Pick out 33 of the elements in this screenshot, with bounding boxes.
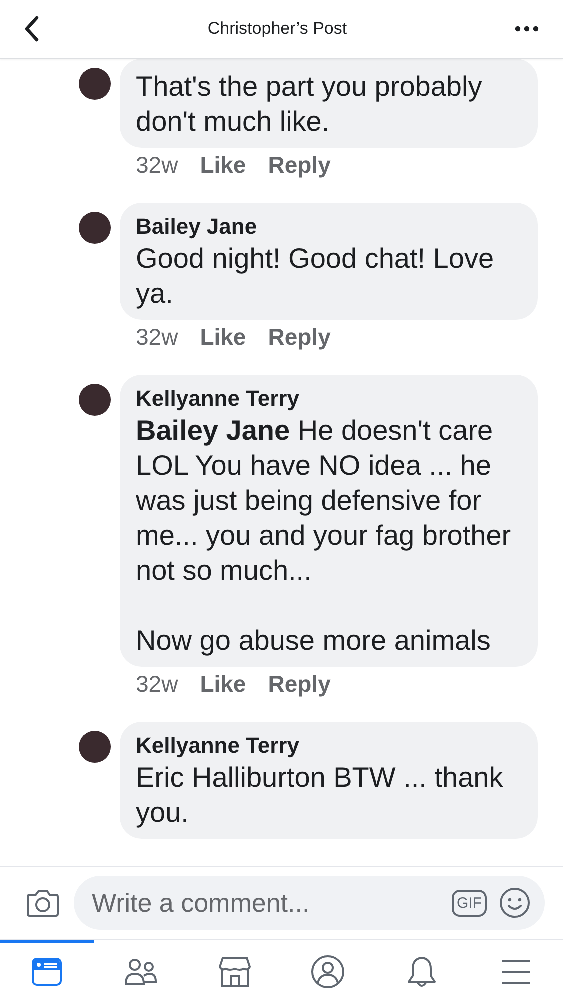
ellipsis-icon [515, 26, 539, 32]
storefront-icon [218, 956, 252, 988]
comment-action-link[interactable]: Reply [268, 152, 331, 179]
comment-text: Good night! Good chat! Love ya. [136, 242, 496, 311]
avatar-photo-placeholder[interactable] [79, 212, 111, 244]
emoji-smiley-icon[interactable] [499, 887, 531, 919]
comment-text: Bailey Jane He doesn't care LOL You have NO idea ... he was just being defensive for me... you and your fag brother not so much... Now go abuse more animals [136, 414, 512, 658]
news-feed-icon [30, 956, 63, 988]
profile-icon [311, 954, 346, 988]
comment-time: 32w [136, 671, 178, 698]
comment-text: That's the part you probably don't much like. [136, 70, 484, 139]
friends-icon [124, 956, 158, 986]
avatar-photo-placeholder[interactable] [79, 384, 111, 416]
camera-icon[interactable] [26, 888, 60, 918]
comment-action-link[interactable]: Like [200, 324, 246, 351]
comment-time: 32w [136, 152, 178, 179]
comment-input-field[interactable]: Write a comment... GIF [74, 876, 545, 930]
menu-icon [501, 958, 532, 984]
comment-text: Eric Halliburton BTW ... thank you. [136, 761, 504, 830]
comment-action-link[interactable]: Reply [268, 671, 331, 698]
bell-icon [407, 954, 438, 988]
comment-time: 32w [136, 324, 178, 351]
comment-action-link[interactable]: Like [200, 152, 246, 179]
avatar-photo-placeholder[interactable] [79, 731, 111, 763]
post-title: Christopher’s Post [208, 19, 348, 39]
back-chevron-icon [24, 16, 40, 42]
avatar-photo-placeholder[interactable] [79, 68, 111, 100]
comment-author[interactable]: Kellyanne Terry [136, 732, 522, 760]
comment-author[interactable]: Bailey Jane [136, 213, 522, 241]
comment-action-link[interactable]: Reply [268, 324, 331, 351]
gif-button[interactable]: GIF [452, 890, 487, 916]
comment-author[interactable]: Kellyanne Terry [136, 385, 522, 413]
comment-action-link[interactable]: Like [200, 671, 246, 698]
